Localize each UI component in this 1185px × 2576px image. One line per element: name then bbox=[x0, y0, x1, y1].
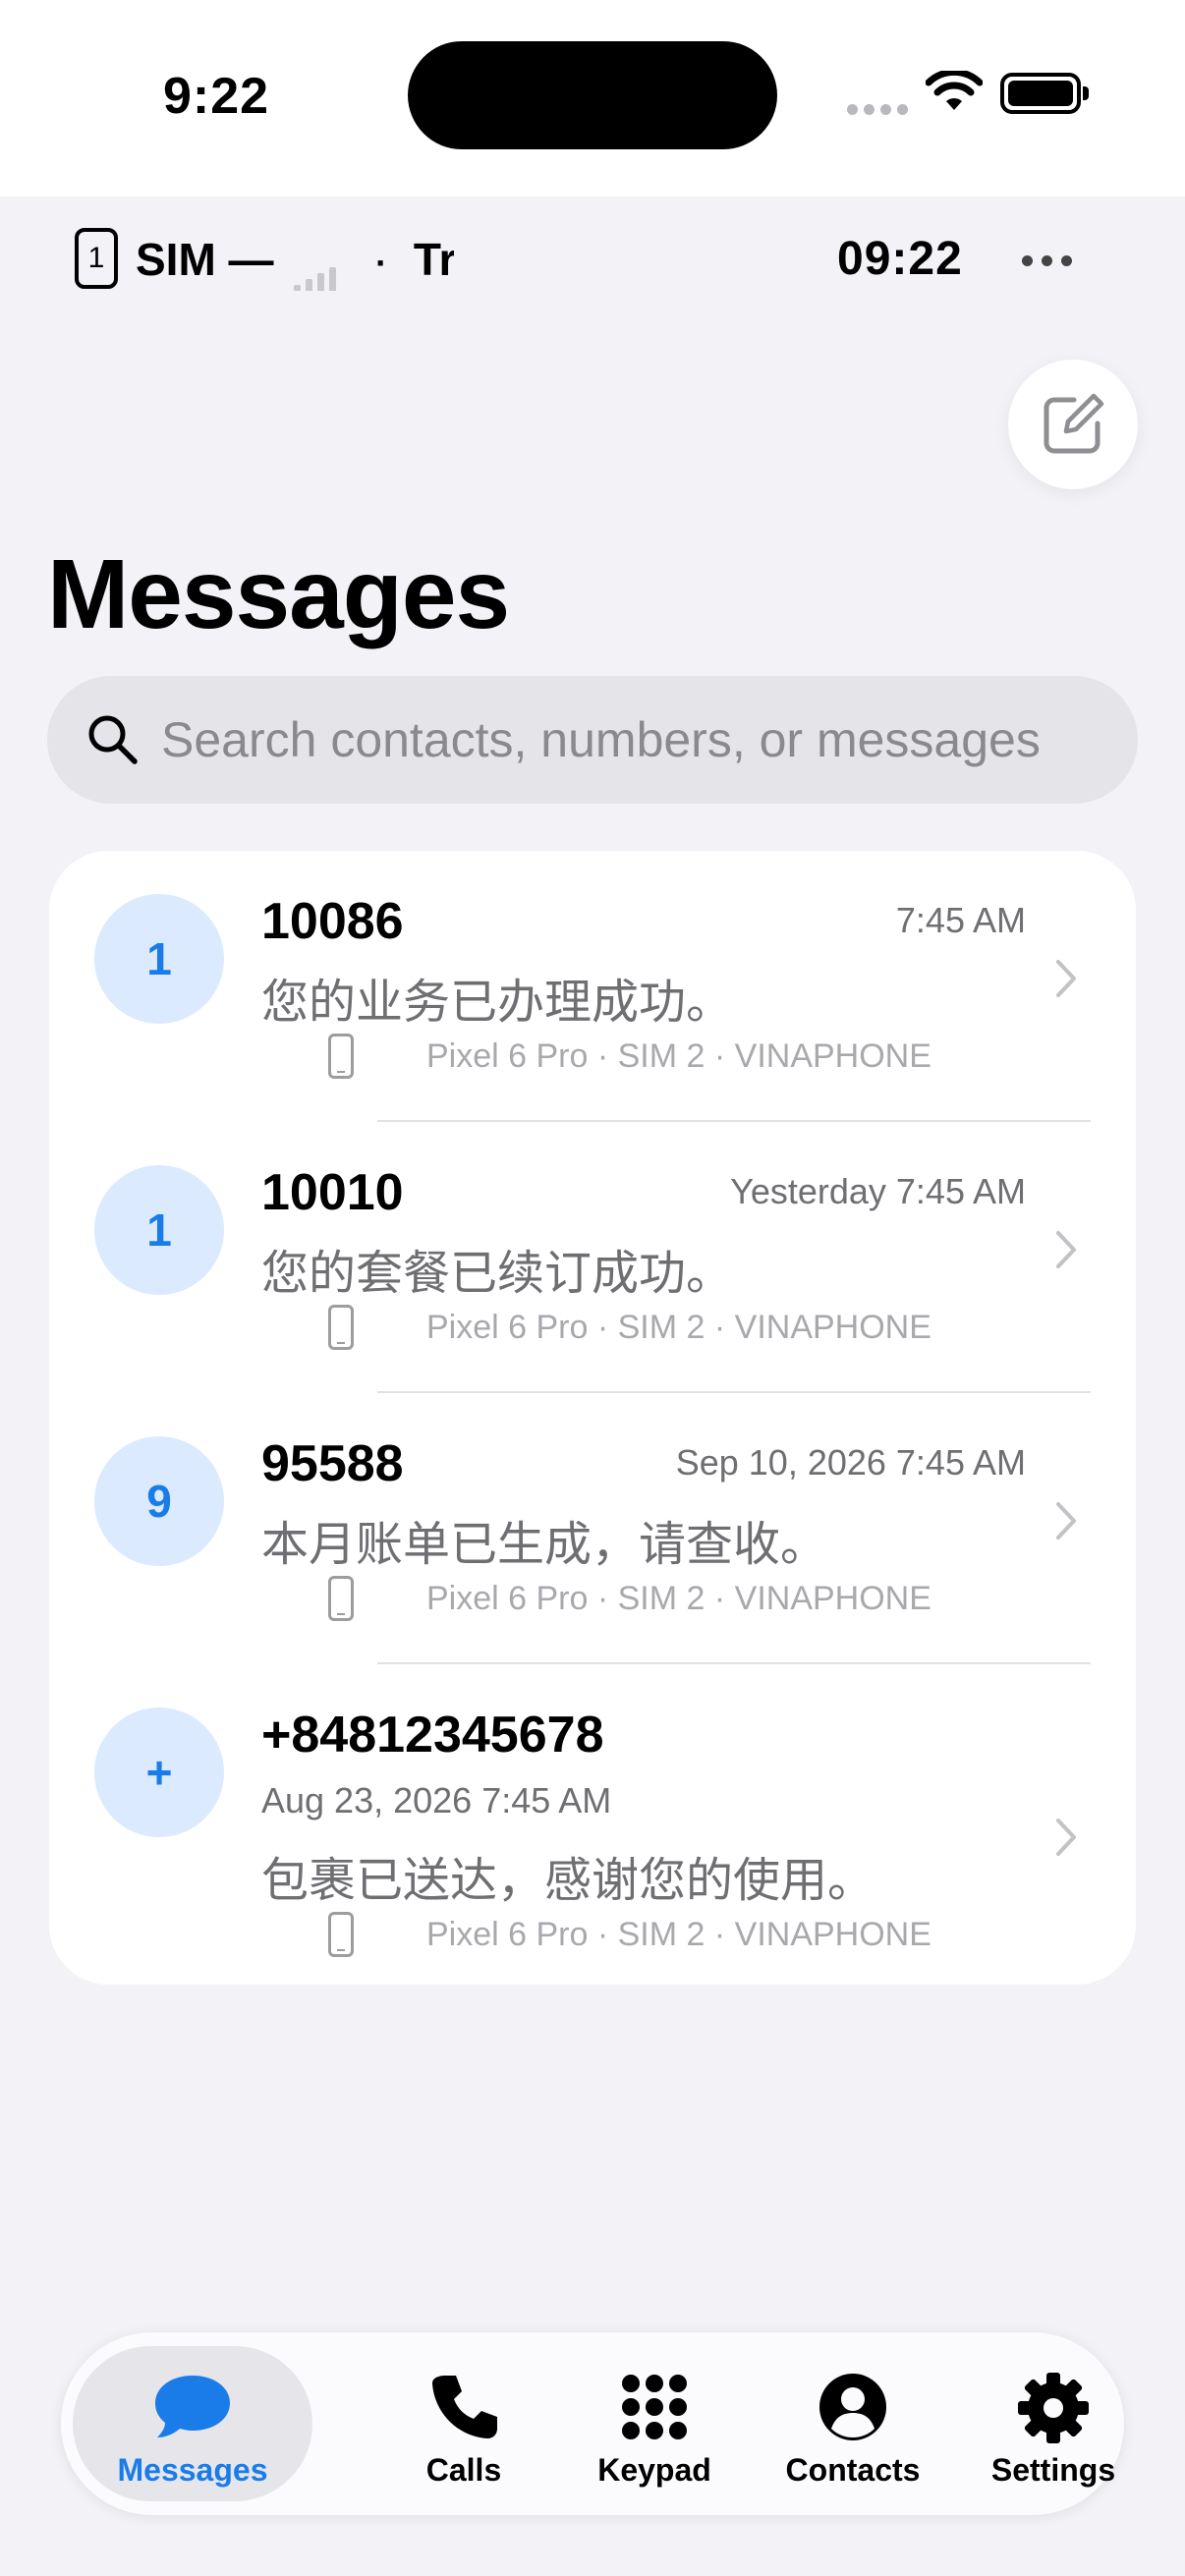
wifi-icon bbox=[926, 71, 983, 110]
chevron-right-icon bbox=[1056, 960, 1076, 997]
conversation-list: 1 10086 7:45 AM 您的业务已办理成功。 Pixel 6 Pro ·… bbox=[49, 851, 1136, 1985]
conversation-name: 10086 bbox=[261, 893, 404, 950]
tab-label: Messages bbox=[117, 2452, 268, 2488]
conversation-preview: 您的业务已办理成功。 bbox=[261, 977, 734, 1029]
tab-label: Keypad bbox=[597, 2452, 711, 2488]
conversation-time: Yesterday 7:45 AM bbox=[730, 1171, 1026, 1211]
phone-device-icon bbox=[328, 1912, 354, 1957]
person-icon bbox=[819, 2374, 886, 2440]
conversation-row[interactable]: 1 10010 Yesterday 7:45 AM 您的套餐已续订成功。 Pix… bbox=[49, 1122, 1136, 1393]
phone-device-icon bbox=[328, 1576, 354, 1621]
tab-settings[interactable]: Settings bbox=[941, 2346, 1165, 2501]
signal-bars-icon bbox=[294, 232, 341, 291]
conversation-row[interactable]: + +84812345678 Aug 23, 2026 7:45 AM 包裹已送… bbox=[49, 1664, 1136, 1985]
gear-icon bbox=[1018, 2373, 1089, 2443]
conversation-name: 10010 bbox=[261, 1164, 404, 1221]
conversation-meta-text: Pixel 6 Pro · SIM 2 · VINAPHONE bbox=[426, 1580, 931, 1617]
avatar: + bbox=[94, 1708, 224, 1837]
ticker-separator: · bbox=[375, 243, 388, 283]
cellular-signal-icon bbox=[847, 102, 914, 120]
conversation-time: Aug 23, 2026 7:45 AM bbox=[261, 1780, 612, 1820]
conversation-row[interactable]: 9 95588 Sep 10, 2026 7:45 AM 本月账单已生成，请查收… bbox=[49, 1393, 1136, 1664]
tab-bar: Messages Calls Keypad Contacts Settings bbox=[61, 2332, 1124, 2515]
search-input[interactable] bbox=[161, 676, 1114, 804]
conversation-preview: 包裹已送达，感谢您的使用。 bbox=[261, 1855, 875, 1907]
search-icon bbox=[88, 715, 138, 764]
ellipsis-icon[interactable] bbox=[1022, 253, 1081, 271]
chevron-right-icon bbox=[1056, 1819, 1076, 1856]
tab-contacts[interactable]: Contacts bbox=[741, 2346, 965, 2501]
battery-icon bbox=[1000, 73, 1089, 114]
dynamic-island bbox=[408, 41, 777, 149]
conversation-preview: 您的套餐已续订成功。 bbox=[261, 1248, 734, 1300]
compose-icon bbox=[1044, 393, 1104, 454]
status-time: 9:22 bbox=[163, 68, 270, 125]
chat-bubble-icon bbox=[155, 2376, 230, 2437]
phone-icon bbox=[432, 2376, 497, 2438]
sim-card-icon[interactable]: 1 bbox=[75, 228, 118, 289]
tab-messages[interactable]: Messages bbox=[73, 2346, 312, 2501]
phone-device-icon bbox=[328, 1305, 354, 1350]
avatar: 1 bbox=[94, 894, 224, 1024]
keypad-icon bbox=[622, 2375, 687, 2439]
phone-device-icon bbox=[328, 1034, 354, 1079]
ticker-sim-text: SIM — bbox=[136, 234, 274, 285]
tab-label: Settings bbox=[990, 2452, 1116, 2488]
conversation-preview: 本月账单已生成，请查收。 bbox=[261, 1519, 828, 1571]
conversation-name: 95588 bbox=[261, 1435, 404, 1492]
chevron-right-icon bbox=[1056, 1231, 1076, 1268]
tab-keypad[interactable]: Keypad bbox=[542, 2346, 766, 2501]
conversation-name: +84812345678 bbox=[261, 1707, 604, 1764]
ticker-carrier-text: Travel bbox=[413, 234, 454, 285]
chevron-right-icon bbox=[1056, 1502, 1076, 1540]
conversation-meta-text: Pixel 6 Pro · SIM 2 · VINAPHONE bbox=[426, 1309, 931, 1346]
secondary-clock: 09:22 bbox=[837, 233, 963, 285]
compose-button[interactable] bbox=[1008, 360, 1138, 489]
page-title: Messages bbox=[47, 539, 510, 649]
status-bar: 9:22 1 SIM — · Travel 09:22 bbox=[0, 0, 1185, 291]
conversation-time: Sep 10, 2026 7:45 AM bbox=[675, 1442, 1026, 1483]
conversation-time: 7:45 AM bbox=[895, 900, 1026, 940]
tab-label: Contacts bbox=[785, 2452, 921, 2488]
avatar: 1 bbox=[94, 1165, 224, 1295]
conversation-meta-text: Pixel 6 Pro · SIM 2 · VINAPHONE bbox=[426, 1916, 931, 1953]
conversation-row[interactable]: 1 10086 7:45 AM 您的业务已办理成功。 Pixel 6 Pro ·… bbox=[49, 851, 1136, 1122]
carrier-ticker: SIM — · Travel bbox=[124, 228, 454, 291]
conversation-meta-text: Pixel 6 Pro · SIM 2 · VINAPHONE bbox=[426, 1037, 931, 1075]
search-bar[interactable] bbox=[47, 676, 1138, 804]
avatar: 9 bbox=[94, 1436, 224, 1566]
